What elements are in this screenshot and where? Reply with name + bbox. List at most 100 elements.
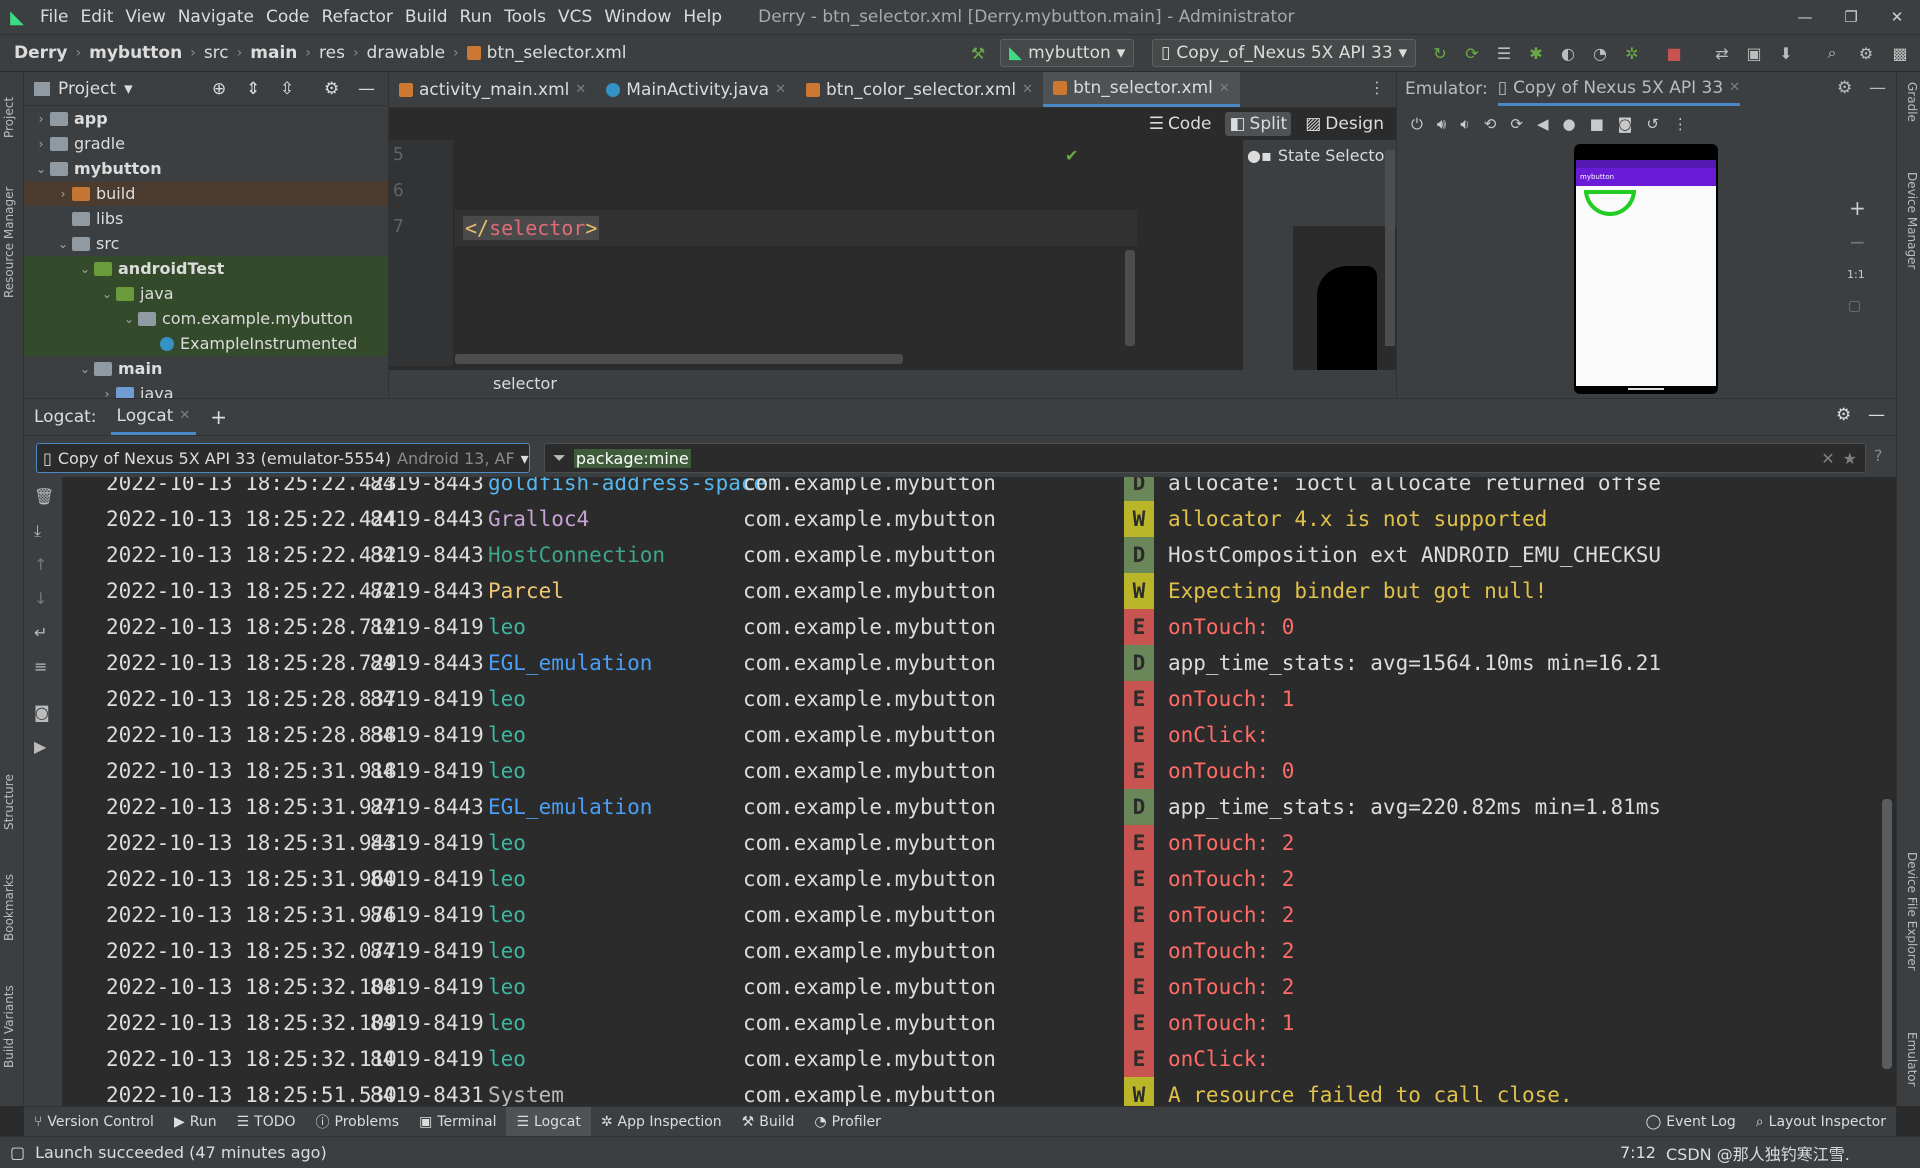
menu-file[interactable]: File <box>34 0 74 34</box>
tab-activity-main[interactable]: activity_main.xml ✕ <box>389 72 596 107</box>
tool-run[interactable]: ▶ Run <box>164 1107 227 1137</box>
screenshot-camera-icon[interactable]: ◙ <box>34 703 50 722</box>
log-row[interactable]: 2022-10-13 18:25:28.838 8419-8419 leo com.e… <box>62 717 1896 753</box>
breadcrumb-module[interactable]: mybutton <box>89 43 182 63</box>
log-row[interactable]: 2022-10-13 18:25:31.927 8419-8443 EGL_emul… <box>62 789 1896 825</box>
run-config-selector[interactable]: ◣ mybutton ▾ <box>1000 39 1135 67</box>
horizontal-scrollbar[interactable] <box>455 354 903 364</box>
expand-all-icon[interactable]: ⇕ <box>246 79 260 99</box>
back-icon[interactable]: ◀ <box>1537 115 1549 133</box>
expand-arrow-icon[interactable]: ⌄ <box>76 262 94 276</box>
log-row[interactable]: 2022-10-13 18:25:22.423 8419-8443 goldfish… <box>62 477 1896 501</box>
menu-refactor[interactable]: Refactor <box>316 0 399 34</box>
vtab-gradle[interactable]: Gradle <box>1899 82 1919 152</box>
home-icon[interactable]: ● <box>1562 115 1575 133</box>
tree-item[interactable]: libs <box>24 206 388 231</box>
expand-arrow-icon[interactable]: › <box>32 137 50 151</box>
tree-item[interactable]: › build <box>24 181 388 206</box>
view-mode-design[interactable]: ▨ Design <box>1301 112 1388 136</box>
vtab-emulator[interactable]: Emulator <box>1899 1032 1919 1102</box>
hammer-build-icon[interactable]: ⚒ <box>964 39 992 67</box>
expand-arrow-icon[interactable]: ⌄ <box>120 312 138 326</box>
device-selector[interactable]: ▯ Copy_of_Nexus 5X API 33 ▾ <box>1152 39 1417 67</box>
more-options-icon[interactable]: ⋮ <box>1673 115 1688 133</box>
more-tabs-icon[interactable]: ⋮ <box>1369 78 1385 97</box>
volume-up-icon[interactable]: 🔊︎ <box>1437 115 1446 133</box>
rotate-right-icon[interactable]: ⟳ <box>1510 115 1523 133</box>
state-selector-row[interactable]: ●▪ State Selector <box>1243 140 1397 171</box>
hide-panel-icon[interactable]: — <box>1869 78 1886 98</box>
close-tab-icon[interactable]: ✕ <box>1219 81 1230 96</box>
log-row[interactable]: 2022-10-13 18:25:28.837 8419-8419 leo com.e… <box>62 681 1896 717</box>
expand-arrow-icon[interactable]: ⌄ <box>98 287 116 301</box>
tree-item[interactable]: ⌄ main <box>24 356 388 381</box>
expand-arrow-icon[interactable]: › <box>54 187 72 201</box>
menu-edit[interactable]: Edit <box>74 0 119 34</box>
emulator-screen[interactable]: mybutton <box>1576 160 1716 386</box>
logcat-filter-input[interactable]: ⏷ package:mine ✕ ★ <box>544 443 1866 473</box>
tool-logcat[interactable]: ☰ Logcat <box>506 1106 591 1137</box>
tree-item[interactable]: ⌄ com.example.mybutton <box>24 306 388 331</box>
log-row[interactable]: 2022-10-13 18:25:22.432 8419-8443 HostConn… <box>62 537 1896 573</box>
settings-gear-icon[interactable]: ⚙ <box>1837 78 1852 98</box>
status-toggle-icon[interactable]: ▢ <box>0 1143 35 1162</box>
close-tab-icon[interactable]: ✕ <box>1729 80 1740 95</box>
log-row[interactable]: 2022-10-13 18:25:32.109 8419-8419 leo com.e… <box>62 1005 1896 1041</box>
attach-debugger-icon[interactable]: ✲ <box>1618 39 1646 67</box>
close-window-icon[interactable]: ✕ <box>1874 0 1920 34</box>
add-tab-icon[interactable]: + <box>210 405 227 429</box>
minimize-icon[interactable]: — <box>1782 0 1828 34</box>
snapshot-icon[interactable]: ↺ <box>1646 115 1659 133</box>
up-arrow-icon[interactable]: ↑ <box>34 555 47 574</box>
tree-item[interactable]: › gradle <box>24 131 388 156</box>
locate-icon[interactable]: ⊕ <box>212 79 226 99</box>
menu-code[interactable]: Code <box>260 0 316 34</box>
xml-breadcrumb[interactable]: selector <box>389 370 1397 398</box>
fit-screen-icon[interactable]: ▢ <box>1848 298 1861 314</box>
close-tab-icon[interactable]: ✕ <box>575 82 586 97</box>
tab-btn-selector[interactable]: btn_selector.xml ✕ <box>1043 72 1240 107</box>
restore-icon[interactable]: ❐ <box>1828 0 1874 34</box>
list-icon[interactable]: ☰ <box>1490 39 1518 67</box>
tool-version-control[interactable]: ⑂ Version Control <box>24 1107 164 1137</box>
view-mode-split[interactable]: ◧ Split <box>1225 112 1292 136</box>
vertical-scrollbar[interactable] <box>1125 250 1135 346</box>
log-row[interactable]: 2022-10-13 18:25:51.530 8419-8431 System co… <box>62 1077 1896 1107</box>
vtab-device-file-explorer[interactable]: Device File Explorer <box>1899 852 1919 1012</box>
zoom-actual-size[interactable]: 1:1 <box>1847 268 1865 281</box>
zoom-in-icon[interactable]: + <box>1849 196 1866 220</box>
breadcrumb-main[interactable]: main <box>250 43 297 63</box>
log-row[interactable]: 2022-10-13 18:25:28.712 8419-8419 leo com.e… <box>62 609 1896 645</box>
account-icon[interactable]: ▩ <box>1886 39 1914 67</box>
soft-wrap-icon[interactable]: ↵ <box>34 623 47 642</box>
log-row[interactable]: 2022-10-13 18:25:22.472 8419-8443 Parcel co… <box>62 573 1896 609</box>
help-icon[interactable]: ? <box>1874 446 1883 465</box>
clear-log-trash-icon[interactable]: 🗑︎ <box>34 487 54 506</box>
logcat-device-selector[interactable]: ▯ Copy of Nexus 5X API 33 (emulator-5554… <box>36 443 530 473</box>
profile-icon[interactable]: ◔ <box>1586 39 1614 67</box>
close-tab-icon[interactable]: ✕ <box>179 408 190 423</box>
tree-item[interactable]: ⌄ src <box>24 231 388 256</box>
tab-main-activity[interactable]: MainActivity.java ✕ <box>596 72 796 107</box>
device-manager-icon[interactable]: ▣ <box>1740 39 1768 67</box>
tree-item[interactable]: ⌄ mybutton <box>24 156 388 181</box>
close-tab-icon[interactable]: ✕ <box>1022 82 1033 97</box>
tool-app-inspection[interactable]: ✲ App Inspection <box>591 1107 732 1137</box>
tool-profiler[interactable]: ◔ Profiler <box>804 1107 891 1137</box>
apply-changes-restart-icon[interactable]: ↻ <box>1426 39 1454 67</box>
menu-window[interactable]: Window <box>598 0 677 34</box>
volume-down-icon[interactable]: 🔉︎ <box>1460 115 1469 133</box>
preview-scrollbar[interactable] <box>1385 150 1395 346</box>
vtab-device-manager[interactable]: Device Manager <box>1899 172 1919 312</box>
menu-run[interactable]: Run <box>454 0 499 34</box>
chevron-down-icon[interactable]: ▾ <box>124 79 133 99</box>
debug-icon[interactable]: ✱ <box>1522 39 1550 67</box>
menu-build[interactable]: Build <box>399 0 454 34</box>
menu-tools[interactable]: Tools <box>498 0 552 34</box>
sdk-manager-icon[interactable]: ⬇ <box>1772 39 1800 67</box>
log-row[interactable]: 2022-10-13 18:25:31.943 8419-8419 leo com.e… <box>62 825 1896 861</box>
breadcrumb-res[interactable]: res <box>319 43 345 63</box>
hide-panel-icon[interactable]: — <box>358 79 375 99</box>
tool-event-log[interactable]: ◯ Event Log <box>1636 1107 1746 1137</box>
tool-build[interactable]: ⚒ Build <box>732 1107 805 1137</box>
